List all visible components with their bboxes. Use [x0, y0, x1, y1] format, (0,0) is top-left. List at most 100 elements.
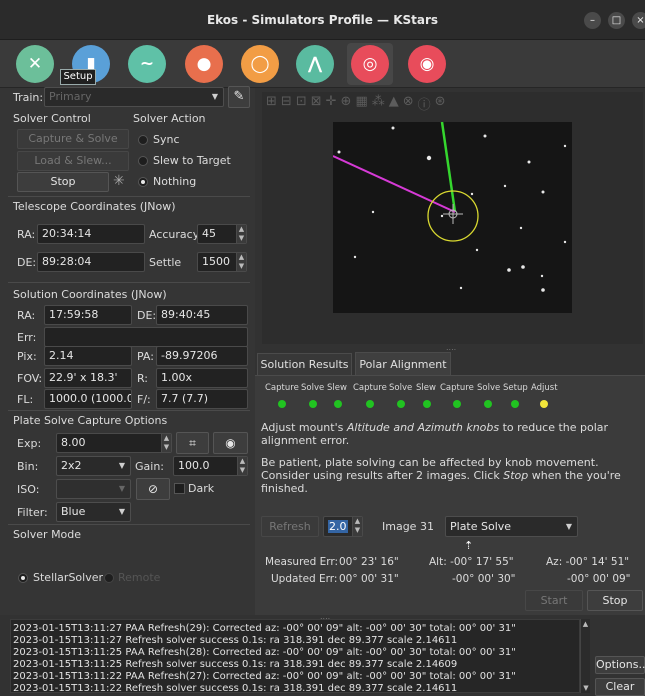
zoom-default-icon[interactable]: ⊡ [296, 94, 307, 112]
bin-value: 2x2 [61, 459, 82, 472]
log-line: 2023-01-15T13:11:27 PAA Refresh(29): Cor… [13, 623, 516, 634]
slew-to-target-label: Slew to Target [153, 154, 231, 167]
scroll-down-icon[interactable]: ▼ [582, 683, 590, 693]
stellarsolver-label: StellarSolver [33, 571, 104, 584]
start-button[interactable]: Start [525, 590, 583, 611]
iso-label: ISO: [17, 483, 40, 496]
stretch-icon[interactable]: ▲ [389, 94, 399, 112]
stage-label: Adjust [531, 383, 558, 393]
log-scrollbar[interactable]: ▲ ▼ [580, 619, 590, 693]
zoom-in-icon[interactable]: ⊞ [266, 94, 277, 112]
stop-polar-button[interactable]: Stop [587, 590, 643, 611]
zoom-fit-icon[interactable]: ⊠ [311, 94, 322, 112]
exposure-spinbox[interactable]: 8.00 ▲ ▼ [56, 433, 172, 453]
busy-spinner-icon: ✳ [113, 173, 125, 189]
stage-label: Capture [353, 383, 387, 393]
telescope-ra-field: 20:34:14 [37, 224, 145, 244]
scroll-up-icon[interactable]: ▲ [581, 619, 590, 629]
filter-value: Blue [61, 505, 86, 518]
stellarsolver-radio[interactable] [18, 573, 28, 583]
spin-arrows-icon[interactable]: ▲ ▼ [236, 225, 246, 243]
setup-module-button[interactable]: ✕ [12, 43, 58, 85]
spin-arrows-icon[interactable]: ▲ ▼ [237, 457, 247, 475]
spin-arrows-icon[interactable]: ▲ ▼ [236, 253, 246, 271]
fov-field: 22.9' x 18.3' [44, 368, 132, 388]
iso-select[interactable]: ▼ [56, 479, 131, 499]
pa-field: -89.97206 [156, 346, 248, 366]
train-value: Primary [49, 90, 92, 103]
remote-radio[interactable] [104, 573, 114, 583]
dark-settings-button[interactable]: ⊘ [136, 478, 170, 500]
capture-module-button[interactable]: ● [181, 43, 227, 85]
refresh-button[interactable]: Refresh [261, 516, 319, 537]
stage-status-dot [511, 400, 519, 408]
gain-spinbox[interactable]: 100.0 ▲ ▼ [173, 456, 248, 476]
stage-label: Capture [440, 383, 474, 393]
accuracy-value: 45 [202, 227, 216, 240]
sync-radio[interactable] [138, 135, 148, 145]
focus-module-button[interactable]: ◯ [237, 43, 283, 85]
bin-select[interactable]: 2x2 ▼ [56, 456, 131, 476]
settle-spinbox[interactable]: 1500 ▲ ▼ [197, 252, 247, 272]
tab-solution-results[interactable]: Solution Results [257, 353, 352, 375]
spin-arrows-icon[interactable]: ▲ ▼ [352, 517, 362, 536]
altitude-correction-line [440, 122, 457, 213]
solution-ra-label: RA: [17, 309, 36, 322]
minimize-button[interactable]: – [584, 12, 601, 29]
tab-polar-alignment[interactable]: Polar Alignment [355, 352, 451, 375]
select-icon[interactable]: ⊗ [403, 94, 414, 112]
f-ratio-field: 7.7 (7.7) [156, 389, 248, 409]
polar-module-button[interactable]: ◉ [404, 43, 450, 85]
bullseye-icon: ◉ [408, 45, 446, 83]
stop-solve-button[interactable]: Stop [17, 172, 109, 192]
load-slew-button[interactable]: Load & Slew... [17, 151, 129, 171]
guide-module-button[interactable]: ⋀ [292, 43, 338, 85]
log-line: 2023-01-15T13:11:22 Refresh solver succe… [13, 683, 458, 693]
updated-error-label: Updated Err: [271, 573, 338, 585]
clear-log-button[interactable]: Clear [595, 678, 645, 696]
chevron-down-icon: ▼ [211, 92, 218, 101]
zoom-out-icon[interactable]: ⊟ [281, 94, 292, 112]
splitter-handle[interactable]: .... [446, 344, 462, 352]
stars [337, 126, 567, 292]
image-count-label: Image 31 [382, 520, 434, 533]
stars-icon[interactable]: ⁂ [372, 94, 385, 112]
frame-settings-button[interactable]: ⌗ [176, 432, 209, 454]
stage-status-dot [397, 400, 405, 408]
train-label: Train: [13, 91, 44, 104]
slew-to-target-radio[interactable] [138, 156, 148, 166]
filter-select[interactable]: Blue ▼ [56, 502, 131, 522]
center-icon[interactable]: ⊕ [341, 94, 352, 112]
refresh-interval-spinbox[interactable]: 2.0 ▲ ▼ [323, 516, 363, 537]
telescope-dec-label: DE: [17, 256, 37, 269]
frame-icon: ⌗ [189, 436, 196, 450]
spin-arrows-icon[interactable]: ▲ ▼ [161, 434, 171, 452]
maximize-button[interactable]: □ [608, 12, 625, 29]
edit-train-button[interactable]: ✎ [228, 86, 250, 108]
crosshair-icon[interactable]: ✛ [326, 94, 337, 112]
log-output[interactable]: 2023-01-15T13:11:27 PAA Refresh(29): Cor… [10, 619, 580, 693]
capture-solve-button[interactable]: Capture & Solve [17, 129, 129, 149]
fov-label: FOV: [17, 372, 43, 385]
refresh-method-select[interactable]: Plate Solve ▼ [445, 516, 578, 537]
log-line: 2023-01-15T13:11:25 Refresh solver succe… [13, 659, 458, 670]
preview-button[interactable]: ◉ [213, 432, 248, 454]
target-overlay-icon[interactable]: ⊛ [435, 94, 446, 112]
nothing-radio[interactable] [138, 177, 148, 187]
refresh-method-value: Plate Solve [450, 520, 512, 533]
fl-label: FL: [17, 393, 34, 406]
close-button[interactable]: × [632, 12, 645, 29]
train-select[interactable]: Primary ▼ [44, 87, 224, 107]
accuracy-spinbox[interactable]: 45 ▲ ▼ [197, 224, 247, 244]
dark-checkbox[interactable] [174, 483, 185, 494]
info-icon[interactable]: ⓘ [418, 94, 431, 113]
grid-icon[interactable]: ▦ [355, 94, 367, 112]
mouse-cursor-icon: ⇡ [464, 539, 474, 552]
analyze-module-button[interactable]: ~ [124, 43, 170, 85]
align-module-button[interactable]: ◎ [347, 43, 393, 85]
accuracy-label: Accuracy [149, 228, 200, 241]
log-line: 2023-01-15T13:11:25 PAA Refresh(28): Cor… [13, 647, 516, 658]
no-entry-icon: ⊘ [147, 482, 159, 496]
log-options-button[interactable]: Options... [595, 656, 645, 674]
filter-label: Filter: [17, 506, 48, 519]
